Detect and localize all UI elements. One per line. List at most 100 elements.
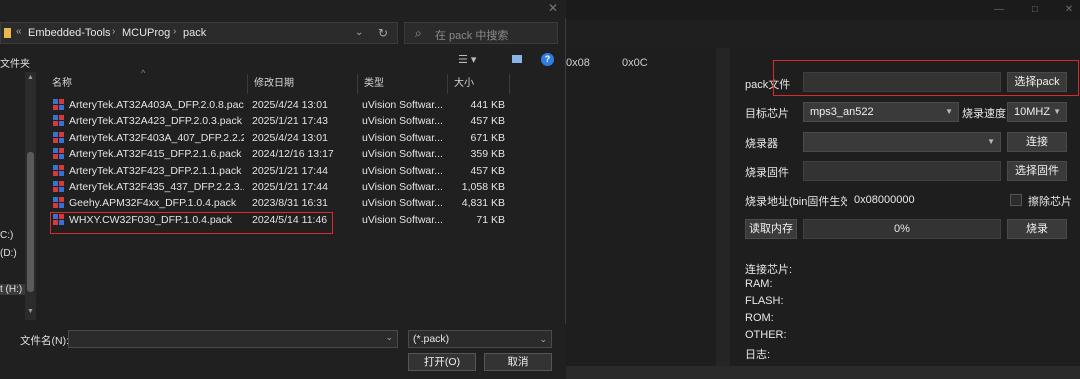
search-box[interactable]: ⌕ 在 pack 中搜索	[404, 22, 558, 44]
rom-label: ROM:	[745, 312, 774, 324]
pack-file-icon	[53, 99, 65, 111]
nav-header: 文件夹	[0, 59, 30, 70]
close-button[interactable]: ✕	[1062, 3, 1076, 17]
breadcrumb-item[interactable]: MCUProg	[122, 27, 170, 39]
chevron-down-icon[interactable]: ⌄	[355, 27, 363, 38]
maximize-button[interactable]: □	[1028, 3, 1042, 17]
file-type-filter[interactable]: (*.pack) ⌄	[408, 330, 552, 348]
file-name: ArteryTek.AT32F423_DFP.2.1.1.pack	[69, 164, 242, 177]
help-icon[interactable]: ?	[541, 53, 554, 66]
file-name: ArteryTek.AT32A423_DFP.2.0.3.pack	[69, 115, 242, 128]
file-row[interactable]: ArteryTek.AT32F423_DFP.2.1.1.pack 2025/1/…	[46, 164, 516, 180]
chevron-down-icon[interactable]: ▼	[27, 308, 34, 315]
column-header-type[interactable]: 类型	[358, 74, 448, 94]
chevron-right-icon: ›	[173, 26, 177, 37]
column-header-name[interactable]: 名称	[46, 74, 248, 94]
file-name: ArteryTek.AT32F415_DFP.2.1.6.pack	[69, 148, 242, 161]
nav-scroll-thumb[interactable]	[27, 152, 34, 292]
programmer-select[interactable]: ▼	[803, 132, 1001, 152]
file-date: 2025/1/21 17:43	[252, 115, 328, 128]
file-row[interactable]: ArteryTek.AT32A403A_DFP.2.0.8.pack 2025/4…	[46, 98, 516, 114]
file-name: WHXY.CW32F030_DFP.1.0.4.pack	[69, 213, 233, 226]
file-date: 2025/1/21 17:44	[252, 164, 328, 177]
flash-label: FLASH:	[745, 295, 784, 307]
pack-file-icon	[53, 197, 65, 209]
chevron-down-icon: ▼	[945, 107, 953, 116]
file-size: 1,058 KB	[461, 181, 505, 193]
column-header-date[interactable]: 修改日期	[248, 74, 358, 94]
memory-view: 0x08 0x0C	[566, 48, 716, 366]
file-name: ArteryTek.AT32F435_437_DFP.2.2.3....	[69, 181, 244, 193]
file-name: Geehy.APM32F4xx_DFP.1.0.4.pack	[69, 197, 237, 210]
hex-column-header: 0x08	[566, 57, 590, 69]
file-size: 441 KB	[470, 99, 505, 111]
file-type: uVision Softwar...	[362, 131, 443, 144]
open-button[interactable]: 打开(O)	[408, 353, 476, 371]
burn-address-label: 烧录地址(bin固件生效)	[745, 196, 856, 208]
open-file-dialog: ✕ « Embedded-Tools › MCUProg › pack ⌄ ↻ …	[0, 0, 566, 379]
breadcrumb-item[interactable]: Embedded-Tools	[28, 27, 111, 39]
nav-drive-d[interactable]: (D:)	[0, 248, 17, 259]
minimize-button[interactable]: —	[992, 3, 1006, 17]
burn-address-field[interactable]: 0x08000000	[847, 190, 1001, 210]
file-type: uVision Softwar...	[362, 213, 443, 226]
file-row[interactable]: ArteryTek.AT32F403A_407_DFP.2.2.2.... 202…	[46, 131, 516, 147]
target-chip-select[interactable]: mps3_an522 ▼	[803, 102, 959, 122]
progress-text: 0%	[894, 223, 910, 235]
file-row[interactable]: Geehy.APM32F4xx_DFP.1.0.4.pack 2023/8/31 …	[46, 196, 516, 212]
log-label: 日志:	[745, 349, 771, 361]
file-name: ArteryTek.AT32A403A_DFP.2.0.8.pack	[69, 99, 244, 111]
file-row[interactable]: WHXY.CW32F030_DFP.1.0.4.pack 2024/5/14 11…	[46, 213, 516, 229]
file-row[interactable]: ArteryTek.AT32A423_DFP.2.0.3.pack 2025/1/…	[46, 114, 516, 130]
chevron-right-icon: «	[16, 26, 22, 37]
read-memory-button[interactable]: 读取内存	[745, 219, 797, 239]
refresh-icon[interactable]: ↻	[378, 26, 388, 40]
breadcrumb-item[interactable]: pack	[183, 27, 206, 39]
pack-file-icon	[53, 181, 65, 193]
programmer-label: 烧录器	[745, 138, 778, 150]
pack-file-label: pack文件	[745, 79, 791, 91]
file-date: 2025/4/24 13:01	[252, 99, 328, 111]
dialog-titlebar: ✕	[0, 0, 566, 18]
file-row[interactable]: ArteryTek.AT32F435_437_DFP.2.2.3.... 2025…	[46, 180, 516, 196]
close-icon[interactable]: ✕	[548, 1, 558, 15]
connect-button[interactable]: 连接	[1007, 132, 1067, 152]
file-type: uVision Softwar...	[362, 115, 443, 128]
pack-file-icon	[53, 148, 65, 160]
ram-label: RAM:	[745, 278, 773, 290]
chevron-down-icon: ▼	[987, 137, 995, 146]
erase-chip-checkbox[interactable]	[1010, 194, 1022, 206]
select-pack-button[interactable]: 选择pack	[1007, 72, 1067, 92]
filename-input[interactable]: ⌄	[68, 330, 398, 348]
chevron-up-icon[interactable]: ▲	[27, 74, 34, 81]
pack-file-icon	[53, 164, 65, 177]
status-bar	[566, 366, 1080, 379]
firmware-field[interactable]	[803, 161, 1001, 181]
app-toolbar	[566, 20, 1080, 48]
preview-pane-icon[interactable]	[512, 55, 522, 63]
view-options-icon[interactable]: ☰ ▾	[458, 53, 476, 66]
erase-chip-label: 擦除芯片	[1028, 196, 1072, 208]
pack-file-field[interactable]	[803, 72, 1001, 92]
address-bar[interactable]: « Embedded-Tools › MCUProg › pack ⌄ ↻	[0, 22, 398, 44]
file-date: 2025/4/24 13:01	[252, 131, 328, 144]
file-row[interactable]: ArteryTek.AT32F415_DFP.2.1.6.pack 2024/12…	[46, 147, 516, 163]
nav-drive-c[interactable]: C:)	[0, 230, 13, 241]
burn-button[interactable]: 烧录	[1007, 219, 1067, 239]
chevron-down-icon: ▼	[1053, 107, 1061, 116]
nav-drive-h[interactable]: t (H:)	[0, 284, 25, 295]
column-header-size[interactable]: 大小	[448, 74, 510, 94]
burn-speed-select[interactable]: 10MHZ ▼	[1007, 102, 1067, 122]
search-icon: ⌕	[415, 26, 422, 40]
file-type-value: (*.pack)	[413, 333, 450, 345]
select-firmware-button[interactable]: 选择固件	[1007, 161, 1067, 181]
chevron-down-icon[interactable]: ⌄	[385, 332, 393, 343]
control-panel: pack文件 选择pack 目标芯片 mps3_an522 ▼ 烧录速度 10M…	[730, 48, 1080, 366]
target-chip-label: 目标芯片	[745, 108, 789, 120]
connected-chip-label: 连接芯片:	[745, 264, 793, 276]
file-size: 359 KB	[470, 148, 505, 161]
pack-file-icon	[53, 131, 65, 144]
app-titlebar: — □ ✕	[566, 0, 1080, 20]
cancel-button[interactable]: 取消	[484, 353, 552, 371]
filename-label: 文件名(N):	[20, 335, 69, 347]
